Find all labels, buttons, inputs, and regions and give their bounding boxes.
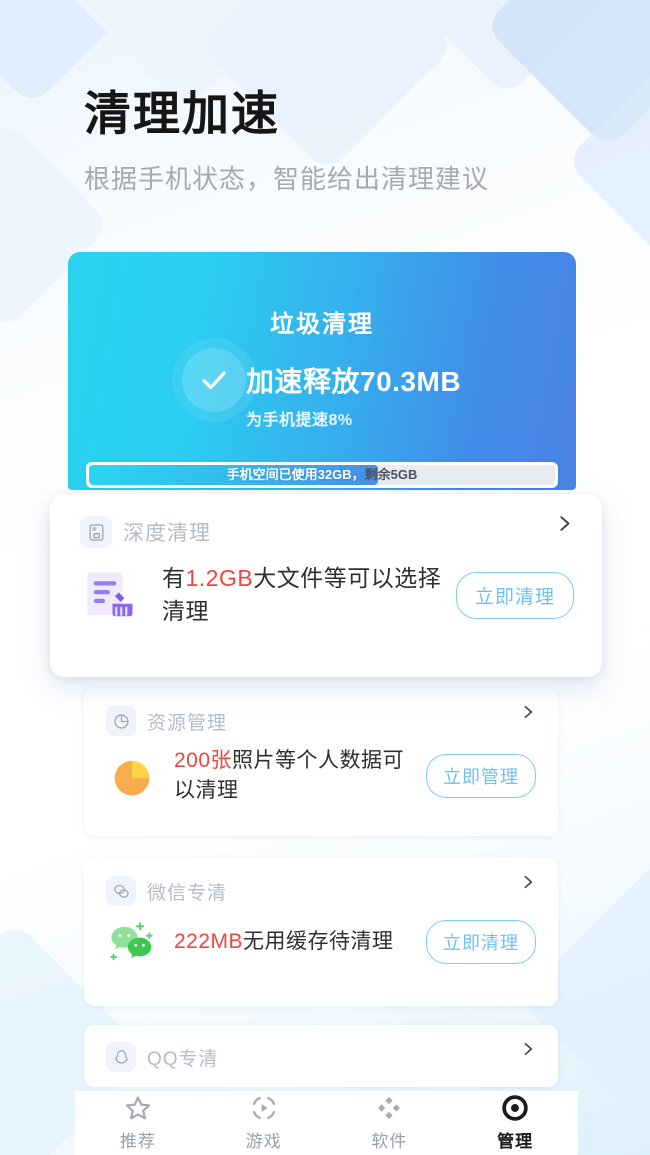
- hero-body: 加速释放70.3MB 为手机提速8%: [246, 360, 461, 430]
- chevron-right-icon[interactable]: [520, 704, 536, 720]
- nav-label: 游戏: [245, 1132, 282, 1151]
- app-screen: 清理加速 根据手机状态，智能给出清理建议 垃圾清理 加速释放70.3MB 为手机…: [0, 0, 650, 1155]
- card-wechat-clean[interactable]: 微信专清 222MB无用缓存待清理 立即清理: [84, 858, 558, 1006]
- deep-clean-icon: [80, 516, 112, 548]
- junk-clean-hero-card[interactable]: 垃圾清理 加速释放70.3MB 为手机提速8%: [68, 252, 576, 490]
- card-body: 222MB无用缓存待清理 立即清理: [84, 906, 558, 968]
- hero-title: 垃圾清理: [270, 311, 374, 338]
- nav-item-games[interactable]: 游戏: [201, 1094, 327, 1152]
- pie-chart-icon: [106, 706, 136, 736]
- clean-now-button[interactable]: 立即清理: [426, 920, 536, 964]
- card-title: 深度清理: [123, 522, 211, 545]
- wechat-green-icon: [106, 916, 158, 968]
- card-body: 200张照片等个人数据可以清理 立即管理: [84, 736, 558, 807]
- card-title: QQ专清: [147, 1048, 219, 1070]
- storage-label: 手机空间已使用32GB，剩余5GB: [89, 465, 555, 485]
- hero-amount: 加速释放70.3MB: [246, 366, 462, 397]
- target-icon: [502, 1095, 528, 1121]
- nav-label: 推荐: [119, 1132, 156, 1151]
- nav-item-manage[interactable]: 管理: [452, 1094, 578, 1152]
- apps-icon: [378, 1097, 401, 1119]
- game-icon: [252, 1096, 275, 1120]
- manage-now-button[interactable]: 立即管理: [426, 754, 536, 799]
- nav-label: 软件: [371, 1132, 408, 1151]
- bottom-navigation: 推荐 游戏 软件 管理: [75, 1090, 578, 1155]
- storage-progress-bar: 手机空间已使用32GB，剩余5GB: [86, 462, 558, 488]
- check-icon: [182, 348, 246, 412]
- page-subtitle: 根据手机状态，智能给出清理建议: [84, 163, 490, 194]
- card-qq-clean[interactable]: QQ专清: [84, 1025, 558, 1087]
- card-header: QQ专清: [84, 1025, 558, 1072]
- storage-track: 手机空间已使用32GB，剩余5GB: [89, 465, 555, 485]
- highlight-value: 1.2GB: [185, 565, 254, 591]
- star-icon: [125, 1096, 150, 1120]
- page-title: 清理加速: [84, 87, 280, 140]
- highlight-value: 222MB: [174, 929, 244, 953]
- nav-item-recommend[interactable]: 推荐: [75, 1094, 201, 1152]
- text-before: 有: [162, 565, 186, 591]
- card-body: 有1.2GB大文件等可以选择清理 立即清理: [50, 548, 602, 629]
- card-description: 有1.2GB大文件等可以选择清理: [162, 562, 446, 629]
- card-deep-clean[interactable]: 深度清理 有1.2GB大文件等可以选择清理 立即清理: [50, 494, 602, 677]
- storage-free-text: 剩余5GB: [364, 467, 418, 482]
- card-header: 深度清理: [50, 494, 602, 548]
- text-after: 无用缓存待清理: [243, 929, 394, 953]
- card-title: 资源管理: [147, 712, 228, 734]
- nav-label: 管理: [497, 1132, 534, 1151]
- qq-penguin-icon: [106, 1042, 136, 1072]
- pie-orange-icon: [106, 750, 158, 802]
- chevron-right-icon[interactable]: [520, 874, 536, 890]
- clean-now-button[interactable]: 立即清理: [455, 571, 574, 619]
- wechat-outline-icon: [106, 876, 136, 906]
- highlight-value: 200张: [174, 749, 233, 772]
- card-header: 资源管理: [84, 688, 558, 736]
- nav-item-software[interactable]: 软件: [327, 1094, 453, 1152]
- chevron-right-icon[interactable]: [555, 514, 574, 533]
- chevron-right-icon[interactable]: [520, 1041, 536, 1057]
- hero-subtext: 为手机提速8%: [246, 412, 353, 429]
- card-header: 微信专清: [84, 858, 558, 906]
- card-resource-management[interactable]: 资源管理 200张照片等个人数据可以清理 立即管理: [84, 688, 558, 836]
- card-description: 222MB无用缓存待清理: [174, 927, 416, 957]
- page-header: 清理加速 根据手机状态，智能给出清理建议: [84, 88, 489, 196]
- document-brush-icon: [80, 565, 140, 625]
- storage-used-text: 手机空间已使用32GB，: [226, 467, 365, 482]
- card-description: 200张照片等个人数据可以清理: [174, 746, 416, 807]
- card-title: 微信专清: [147, 882, 228, 904]
